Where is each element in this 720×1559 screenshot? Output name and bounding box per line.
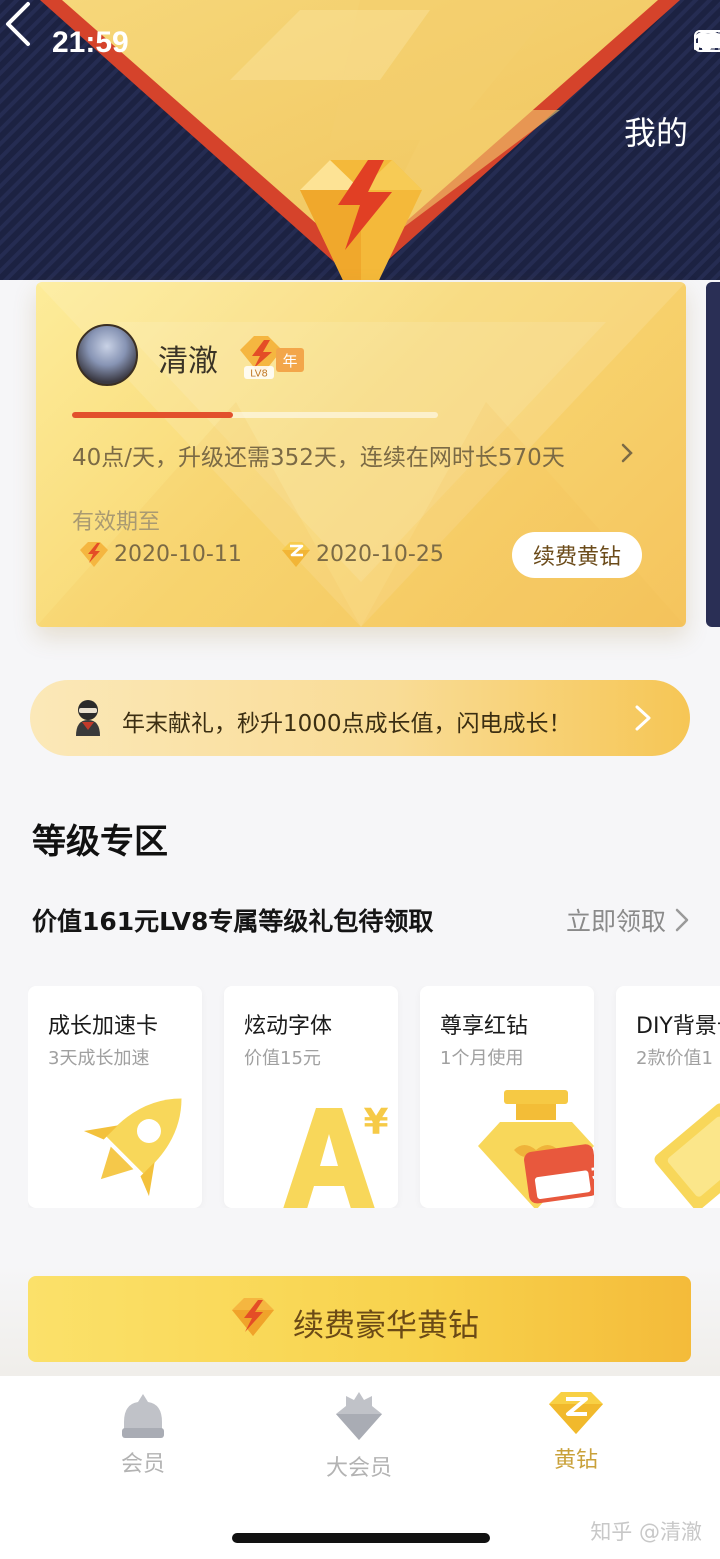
tab-label: 会员	[120, 1452, 165, 1477]
my-link[interactable]: 我的	[624, 108, 688, 154]
back-arrow-icon[interactable]	[0, 0, 40, 48]
badge-level: LV8	[250, 369, 268, 380]
gift-tile-title: 炫动字体	[244, 1014, 333, 1039]
lv8-year-badge: 年 LV8	[240, 336, 304, 380]
level-zone-title: 等级专区	[32, 822, 168, 862]
level-gift-tiles: 成长加速卡 3天成长加速 ¥ 炫动字体 价值15元 尊享红钻 1个月使用 打卡	[28, 986, 720, 1208]
mascot-icon	[76, 700, 100, 736]
gift-tile-animated-font[interactable]: ¥ 炫动字体 价值15元	[224, 986, 398, 1208]
tab-big-member[interactable]: 大会员	[289, 1390, 429, 1482]
yellow-diamond-lightning-icon	[80, 542, 108, 567]
valid-until-label: 有效期至	[72, 510, 161, 535]
level-gift-text: 价值161元LV8专属等级礼包待领取	[32, 907, 434, 936]
super-diamond-z-icon	[282, 542, 310, 567]
yellow-diamond-date: 2020-10-11	[114, 541, 242, 567]
yellow-diamond-lightning-icon	[232, 1298, 274, 1336]
growth-progress-fill	[72, 412, 234, 418]
gift-tile-subtitle: 1个月使用	[440, 1048, 524, 1069]
status-bar: 21:59	[0, 0, 720, 90]
tab-label: 大会员	[325, 1456, 392, 1481]
svg-text:¥: ¥	[363, 1102, 388, 1143]
member-card: 清澈 年 LV8 40点/天，升级还需352天，连续在网时长570天 有效期至 …	[36, 282, 686, 627]
claim-now-link[interactable]: 立即领取	[566, 902, 690, 938]
next-card-peek[interactable]	[706, 282, 720, 627]
chevron-right-icon[interactable]	[620, 442, 634, 464]
super-vip-date: 2020-10-25	[316, 541, 444, 567]
super-vip-expiry: 2020-10-25	[280, 540, 444, 568]
avatar[interactable]	[76, 324, 138, 386]
promo-text: 年末献礼，秒升1000点成长值，闪电成长！	[122, 711, 572, 737]
chevron-right-icon[interactable]	[674, 907, 690, 933]
gift-tile-growth-card[interactable]: 成长加速卡 3天成长加速	[28, 986, 202, 1208]
yellow-diamond-expiry: 2020-10-11	[78, 540, 242, 568]
growth-progress-bar	[72, 412, 438, 418]
renew-luxury-yellow-diamond-button[interactable]: 续费豪华黄钻	[28, 1276, 691, 1362]
member-icon	[122, 1394, 164, 1438]
badge-tag: 年	[282, 352, 297, 370]
gift-tile-subtitle: 2款价值1	[636, 1048, 713, 1069]
watermark: 知乎 @清澈	[590, 1520, 702, 1544]
yellow-diamond-icon	[549, 1392, 603, 1434]
promo-banner[interactable]: 年末献礼，秒升1000点成长值，闪电成长！	[30, 680, 690, 756]
gift-tile-title: DIY背景卡	[636, 1014, 720, 1039]
claim-now-label[interactable]: 立即领取	[566, 902, 666, 938]
tab-member[interactable]: 会员	[73, 1390, 213, 1478]
home-indicator[interactable]	[232, 1533, 490, 1543]
gift-tile-title: 尊享红钻	[440, 1014, 529, 1039]
gift-tile-red-diamond[interactable]: 尊享红钻 1个月使用 打卡	[420, 986, 594, 1208]
tab-yellow-diamond[interactable]: 黄钻	[506, 1390, 646, 1474]
chevron-right-icon[interactable]	[634, 704, 652, 732]
tab-label: 黄钻	[553, 1448, 598, 1473]
hero-banner: 21:59 我的	[0, 0, 720, 280]
renew-yellow-diamond-button[interactable]: 续费黄钻	[512, 532, 642, 578]
big-member-icon	[336, 1392, 382, 1440]
user-name: 清澈	[158, 344, 218, 379]
gift-tile-title: 成长加速卡	[48, 1014, 159, 1039]
status-time: 21:59	[52, 26, 129, 59]
gift-tile-diy-background[interactable]: DIY背景卡 2款价值1	[616, 986, 720, 1208]
gift-tile-subtitle: 3天成长加速	[48, 1048, 150, 1069]
growth-stat-text[interactable]: 40点/天，升级还需352天，连续在网时长570天	[72, 438, 565, 472]
battery-icon	[694, 30, 720, 52]
cta-label: 续费豪华黄钻	[293, 1308, 479, 1343]
gift-tile-subtitle: 价值15元	[244, 1048, 321, 1069]
